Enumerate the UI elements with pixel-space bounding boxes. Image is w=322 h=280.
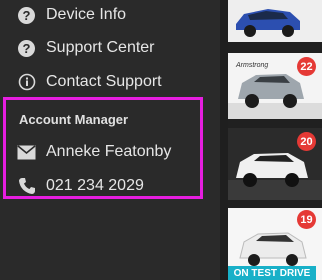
vehicle-card[interactable]: Armstrong 22 (228, 53, 322, 119)
count-badge: 19 (297, 210, 316, 229)
side-menu: ? Device Info ? Support Center Contact S… (0, 0, 220, 280)
dealer-logo: Armstrong (236, 62, 269, 69)
menu-item-label: Contact Support (46, 73, 162, 90)
account-manager-email[interactable]: Anneke Featonby (17, 140, 171, 164)
count-badge: 22 (297, 57, 316, 76)
account-manager-phone-number: 021 234 2029 (46, 177, 144, 194)
vehicle-card[interactable]: 19 ON TEST DRIVE (228, 208, 322, 280)
menu-item-device-info[interactable]: ? Device Info (17, 3, 126, 27)
count-badge: 20 (297, 132, 316, 151)
vehicle-cards: Armstrong 22 20 19 ON TEST DRIVE (228, 0, 322, 280)
question-circle-icon: ? (17, 39, 36, 58)
question-circle-icon: ? (17, 6, 36, 25)
menu-item-label: Device Info (46, 6, 127, 23)
menu-item-support-center[interactable]: ? Support Center (17, 36, 155, 60)
vehicle-card[interactable]: 20 (228, 128, 322, 200)
account-manager-name: Anneke Featonby (46, 143, 172, 160)
envelope-icon (17, 143, 36, 162)
account-manager-title: Account Manager (19, 112, 129, 127)
info-circle-icon (17, 73, 36, 92)
phone-icon (17, 177, 36, 196)
menu-item-contact-support[interactable]: Contact Support (17, 70, 162, 94)
on-test-drive-tag: ON TEST DRIVE (228, 266, 316, 280)
vehicle-card[interactable] (228, 0, 322, 42)
panel-divider (220, 0, 228, 280)
car-blue-icon (228, 0, 322, 42)
account-manager-phone[interactable]: 021 234 2029 (17, 174, 144, 198)
menu-item-label: Support Center (46, 39, 155, 56)
